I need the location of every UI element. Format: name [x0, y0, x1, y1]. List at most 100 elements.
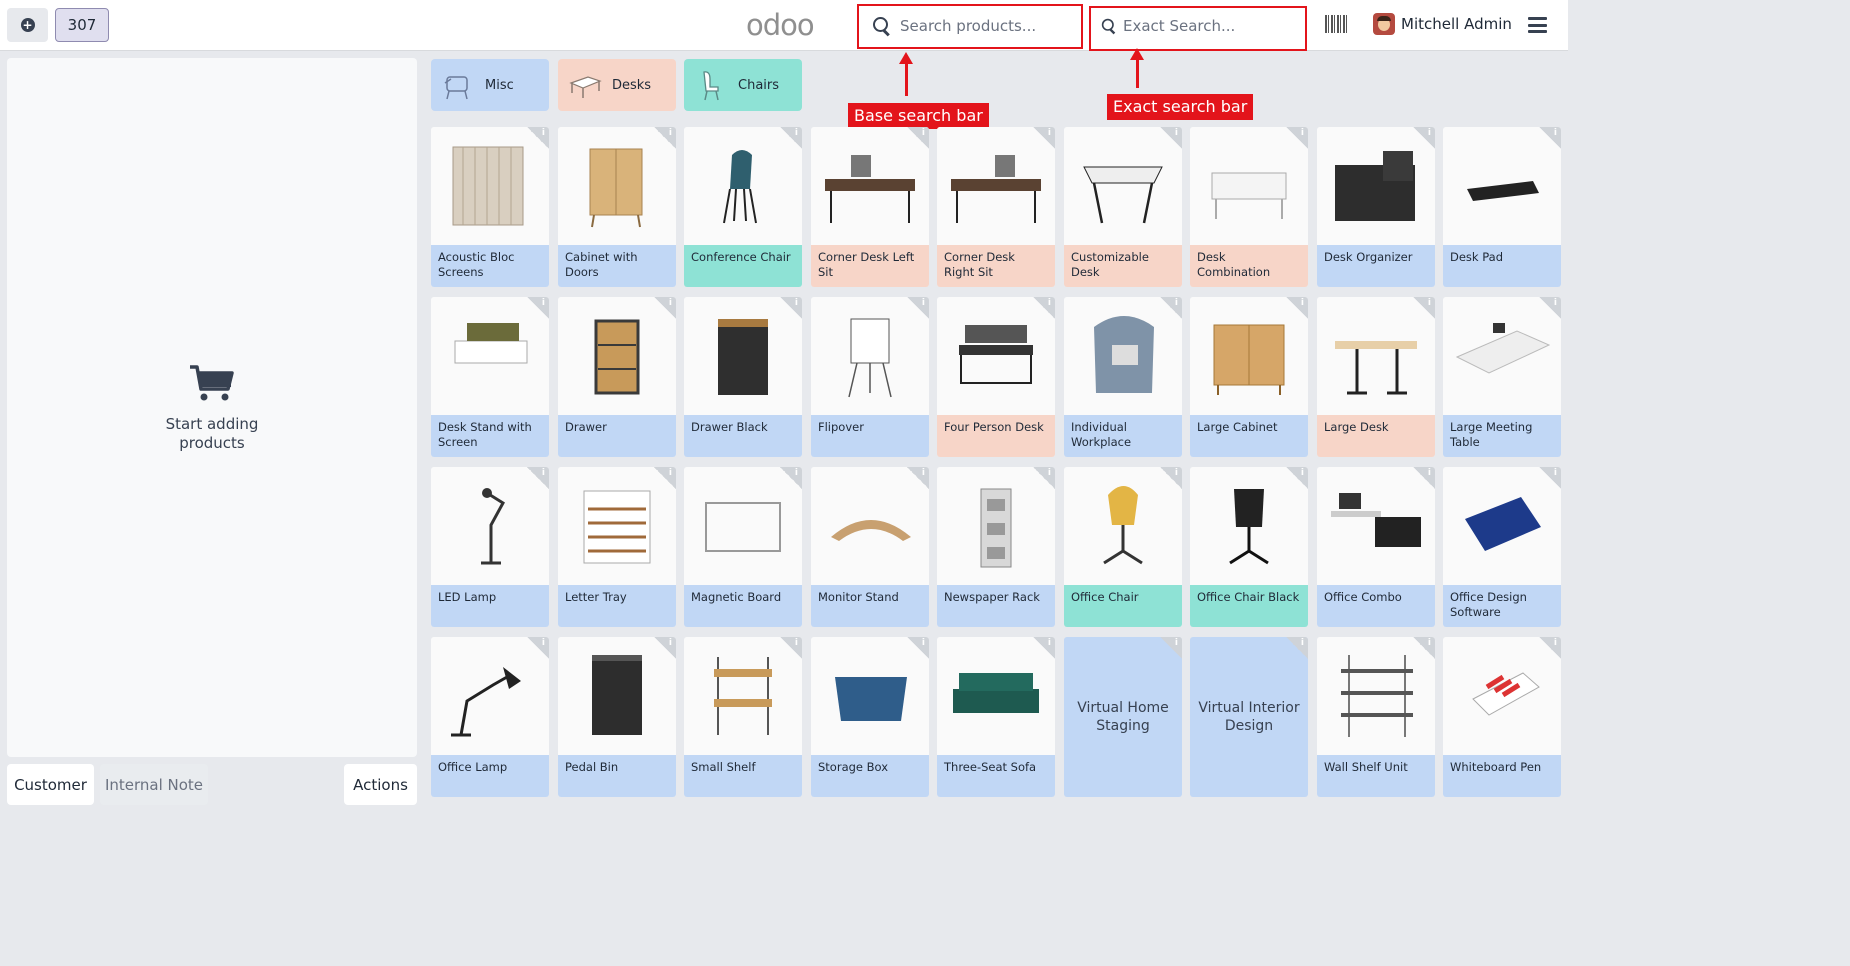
info-icon[interactable]: i	[654, 127, 676, 149]
product-name: Desk Organizer	[1317, 245, 1435, 287]
info-icon[interactable]: i	[654, 467, 676, 489]
product-card[interactable]: Small Shelf i	[684, 637, 802, 797]
exact-search-arrow	[1130, 48, 1144, 88]
product-card[interactable]: Virtual Home Staging i	[1064, 637, 1182, 797]
odoo-logo: odoo	[746, 8, 815, 42]
info-icon[interactable]: i	[780, 467, 802, 489]
product-card[interactable]: Storage Box i	[811, 637, 929, 797]
product-card[interactable]: Monitor Stand i	[811, 467, 929, 627]
info-icon[interactable]: i	[1160, 297, 1182, 319]
product-name: Large Cabinet	[1190, 415, 1308, 457]
product-card[interactable]: Magnetic Board i	[684, 467, 802, 627]
info-icon[interactable]: i	[1413, 297, 1435, 319]
order-number-button[interactable]: 307	[55, 8, 109, 42]
info-icon[interactable]: i	[1286, 127, 1308, 149]
info-icon[interactable]: i	[1160, 467, 1182, 489]
product-card[interactable]: Desk Pad i	[1443, 127, 1561, 287]
info-icon[interactable]: i	[1286, 297, 1308, 319]
product-card[interactable]: Large Cabinet i	[1190, 297, 1308, 457]
product-name: Customizable Desk	[1064, 245, 1182, 287]
info-icon[interactable]: i	[1033, 297, 1055, 319]
product-card[interactable]: Three-Seat Sofa i	[937, 637, 1055, 797]
product-card[interactable]: Drawer Black i	[684, 297, 802, 457]
product-card[interactable]: Customizable Desk i	[1064, 127, 1182, 287]
category-label: Misc	[485, 77, 514, 93]
info-icon[interactable]: i	[527, 467, 549, 489]
info-icon[interactable]: i	[654, 297, 676, 319]
product-name: Four Person Desk	[937, 415, 1055, 457]
info-icon[interactable]: i	[780, 637, 802, 659]
product-card[interactable]: Desk Stand with Screen i	[431, 297, 549, 457]
product-card[interactable]: Whiteboard Pen i	[1443, 637, 1561, 797]
product-card[interactable]: Four Person Desk i	[937, 297, 1055, 457]
category-chairs[interactable]: Chairs	[684, 59, 802, 111]
info-icon[interactable]: i	[1033, 127, 1055, 149]
info-icon[interactable]: i	[1539, 637, 1561, 659]
product-card[interactable]: Letter Tray i	[558, 467, 676, 627]
info-icon[interactable]: i	[1539, 467, 1561, 489]
product-card[interactable]: Newspaper Rack i	[937, 467, 1055, 627]
info-icon[interactable]: i	[907, 127, 929, 149]
product-card[interactable]: Virtual Interior Design i	[1190, 637, 1308, 797]
info-icon[interactable]: i	[1160, 127, 1182, 149]
info-icon[interactable]: i	[1413, 467, 1435, 489]
product-name: Newspaper Rack	[937, 585, 1055, 627]
product-card[interactable]: Corner Desk Right Sit i	[937, 127, 1055, 287]
info-icon[interactable]: i	[527, 637, 549, 659]
category-misc[interactable]: Misc	[431, 59, 549, 111]
info-icon[interactable]: i	[1286, 467, 1308, 489]
info-icon[interactable]: i	[907, 467, 929, 489]
category-desks[interactable]: Desks	[558, 59, 676, 111]
info-icon[interactable]: i	[1413, 637, 1435, 659]
product-card[interactable]: LED Lamp i	[431, 467, 549, 627]
product-card[interactable]: Office Chair i	[1064, 467, 1182, 627]
info-icon[interactable]: i	[1413, 127, 1435, 149]
barcode-icon[interactable]	[1325, 15, 1347, 33]
product-card[interactable]: Office Chair Black i	[1190, 467, 1308, 627]
product-card[interactable]: Pedal Bin i	[558, 637, 676, 797]
info-icon[interactable]: i	[1539, 127, 1561, 149]
product-name: Pedal Bin	[558, 755, 676, 797]
internal-note-button[interactable]: Internal Note	[100, 764, 208, 805]
info-icon[interactable]: i	[654, 637, 676, 659]
customer-button[interactable]: Customer	[7, 764, 94, 805]
info-icon[interactable]: i	[780, 127, 802, 149]
product-card[interactable]: Office Combo i	[1317, 467, 1435, 627]
chair-category-icon	[703, 71, 719, 101]
info-icon[interactable]: i	[1160, 637, 1182, 659]
product-name: Large Meeting Table	[1443, 415, 1561, 457]
info-icon[interactable]: i	[1286, 637, 1308, 659]
product-card[interactable]: Drawer i	[558, 297, 676, 457]
product-card[interactable]: Conference Chair i	[684, 127, 802, 287]
info-icon[interactable]: i	[1033, 637, 1055, 659]
product-card[interactable]: Office Design Software i	[1443, 467, 1561, 627]
info-icon[interactable]: i	[907, 637, 929, 659]
product-card[interactable]: Desk Combination i	[1190, 127, 1308, 287]
product-card[interactable]: Large Desk i	[1317, 297, 1435, 457]
product-name: Desk Stand with Screen	[431, 415, 549, 457]
product-card[interactable]: Corner Desk Left Sit i	[811, 127, 929, 287]
product-name: Corner Desk Right Sit	[937, 245, 1055, 287]
new-order-button[interactable]: +	[7, 8, 48, 42]
product-card[interactable]: Wall Shelf Unit i	[1317, 637, 1435, 797]
product-card[interactable]: Cabinet with Doors i	[558, 127, 676, 287]
actions-button[interactable]: Actions	[344, 764, 417, 805]
info-icon[interactable]: i	[527, 297, 549, 319]
misc-category-icon	[444, 76, 468, 100]
product-card[interactable]: Flipover i	[811, 297, 929, 457]
user-menu[interactable]: Mitchell Admin	[1373, 13, 1512, 35]
product-card[interactable]: Individual Workplace i	[1064, 297, 1182, 457]
product-card[interactable]: Office Lamp i	[431, 637, 549, 797]
hamburger-menu-icon[interactable]	[1528, 17, 1547, 33]
info-icon[interactable]: i	[1539, 297, 1561, 319]
product-card[interactable]: Large Meeting Table i	[1443, 297, 1561, 457]
product-card[interactable]: Desk Organizer i	[1317, 127, 1435, 287]
top-navbar: + 307 odoo Mitchell Admin	[0, 0, 1568, 51]
info-icon[interactable]: i	[780, 297, 802, 319]
info-icon[interactable]: i	[1033, 467, 1055, 489]
info-icon[interactable]: i	[527, 127, 549, 149]
info-icon[interactable]: i	[907, 297, 929, 319]
product-name: Office Chair Black	[1190, 585, 1308, 627]
category-label: Desks	[612, 77, 652, 93]
product-card[interactable]: Acoustic Bloc Screens i	[431, 127, 549, 287]
